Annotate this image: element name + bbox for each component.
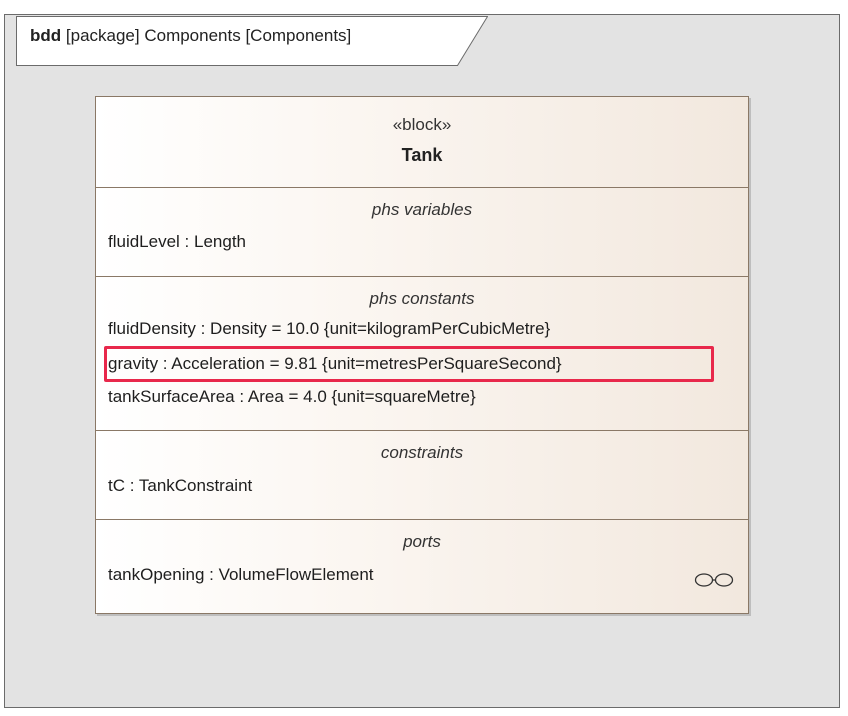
diagram-kind: bdd <box>30 26 62 45</box>
compartment-ports: ports tankOpening : VolumeFlowElement <box>96 519 748 614</box>
constraint-item[interactable]: tC : TankConstraint <box>108 476 252 496</box>
block-header: «block» Tank <box>96 97 748 187</box>
diagram-header: [package] Components [Components] <box>65 26 352 45</box>
port-item[interactable]: tankOpening : VolumeFlowElement <box>108 565 374 585</box>
compartment-title: phs variables <box>371 200 473 219</box>
frame-label-text: bdd [package] Components [Components] <box>30 26 351 46</box>
constant-item[interactable]: fluidDensity : Density = 10.0 {unit=kilo… <box>108 319 550 339</box>
constant-item[interactable]: tankSurfaceArea : Area = 4.0 {unit=squar… <box>108 387 476 407</box>
compartment-phs-constants: phs constants fluidDensity : Density = 1… <box>96 276 748 431</box>
constant-item-highlighted[interactable]: gravity : Acceleration = 9.81 {unit=metr… <box>104 346 714 382</box>
compartment-constraints: constraints tC : TankConstraint <box>96 430 748 520</box>
variable-item[interactable]: fluidLevel : Length <box>108 232 246 252</box>
compartment-phs-variables: phs variables fluidLevel : Length <box>96 187 748 277</box>
constant-item-text: gravity : Acceleration = 9.81 {unit=metr… <box>108 354 562 373</box>
proxy-port-icon <box>694 573 734 587</box>
compartment-title: phs constants <box>369 289 475 308</box>
block-stereotype: «block» <box>392 115 452 134</box>
block-tank[interactable]: «block» Tank phs variables fluidLevel : … <box>95 96 749 614</box>
compartment-title: ports <box>403 532 441 551</box>
block-name: Tank <box>401 145 443 165</box>
compartment-title: constraints <box>380 443 464 462</box>
